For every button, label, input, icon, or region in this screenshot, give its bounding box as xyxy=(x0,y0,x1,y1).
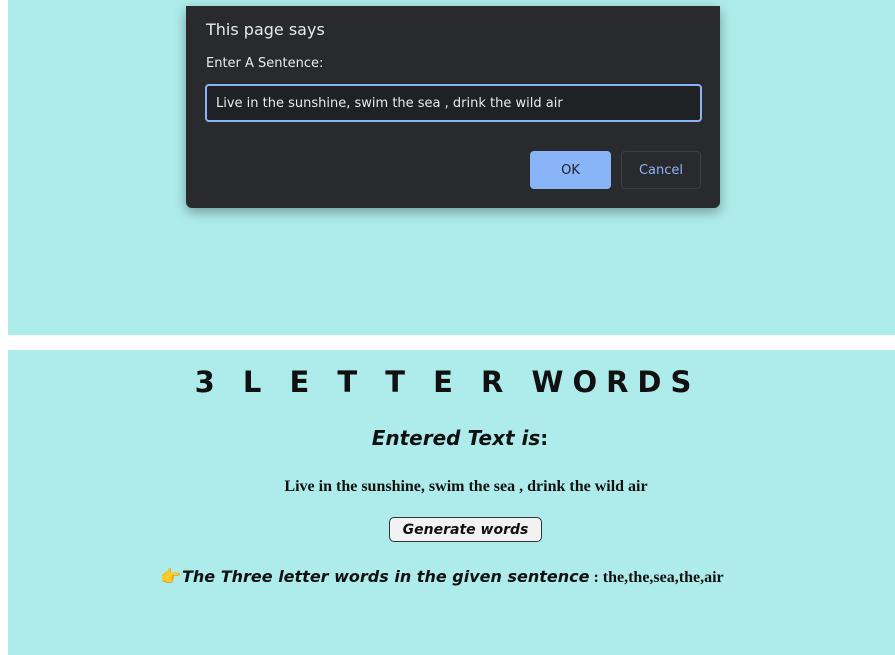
pointing-hand-icon: 👉 xyxy=(160,567,182,586)
result-separator: : xyxy=(589,569,603,586)
sentence-input[interactable] xyxy=(205,84,702,122)
entered-heading: Entered Text is: xyxy=(0,426,895,450)
result-label: The Three letter words in the given sent… xyxy=(182,567,590,586)
prompt-dialog: This page says Enter A Sentence: OK Canc… xyxy=(186,6,720,208)
result-line: 👉The Three letter words in the given sen… xyxy=(160,567,895,587)
generate-words-button[interactable]: Generate words xyxy=(389,517,542,542)
page-title: 3 L E T T E R WORDS xyxy=(194,365,701,399)
dialog-label: Enter A Sentence: xyxy=(206,56,324,71)
entered-text: Live in the sunshine, swim the sea , dri… xyxy=(284,478,648,495)
result-value: the,the,sea,the,air xyxy=(602,569,724,586)
ok-button[interactable]: OK xyxy=(530,151,611,189)
entered-heading-label: Entered Text is xyxy=(371,426,541,450)
cancel-button[interactable]: Cancel xyxy=(621,151,701,189)
entered-heading-colon: : xyxy=(540,426,549,450)
dialog-title: This page says xyxy=(206,20,325,39)
